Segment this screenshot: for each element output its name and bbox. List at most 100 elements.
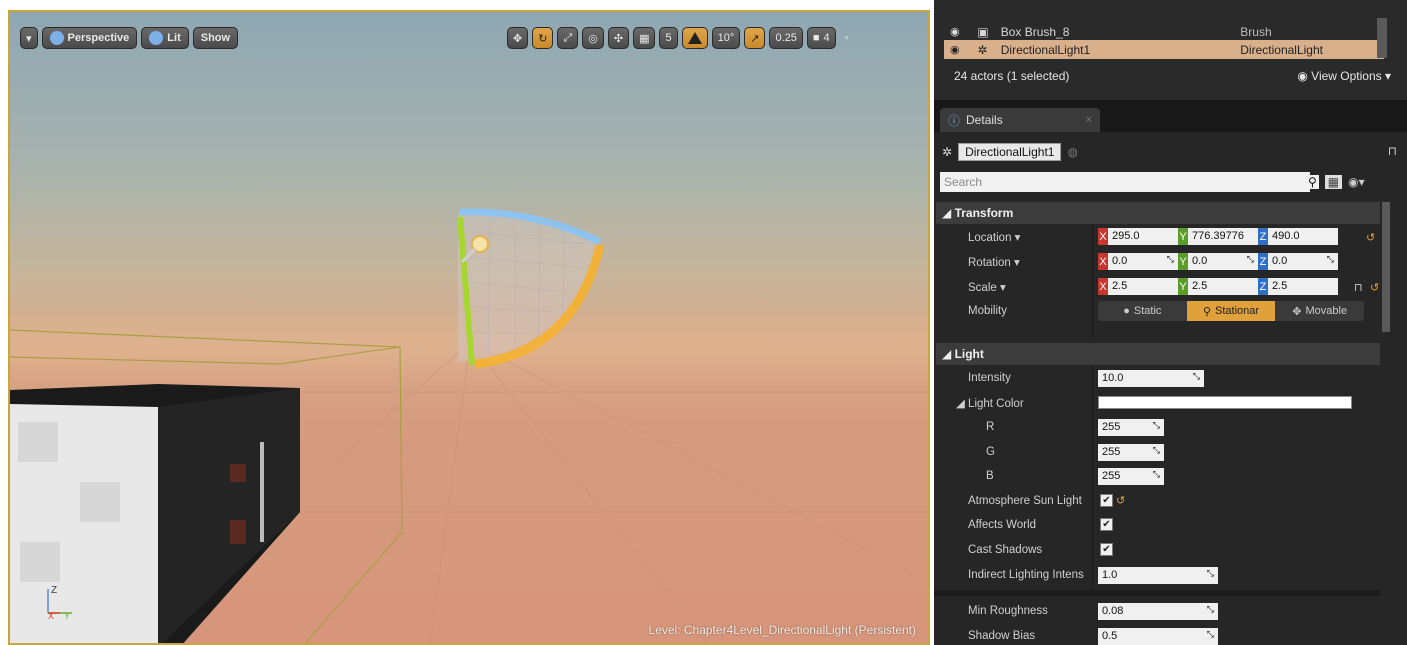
eye-icon[interactable]: ◉▾ [1348,175,1365,189]
cast-shadows-checkbox[interactable]: ✔ [1100,543,1113,556]
view-options-button[interactable]: ◉ View Options ▾ [1297,69,1391,83]
z-axis-label: Z [1258,253,1268,270]
camera-icon: ■ [812,32,820,44]
location-z-field[interactable]: 490.0 [1268,228,1338,245]
world-local-button[interactable]: ◎ [582,27,604,49]
actor-count: 24 actors (1 selected) [954,69,1070,83]
help-icon[interactable]: ◍ [1067,145,1077,159]
r-field[interactable]: 255 ⤡ [1098,419,1164,436]
scale-label[interactable]: Scale ▾ [968,280,1006,294]
camera-speed-value: 4 [823,32,830,44]
scale-vector: X 2.5 Y 2.5 Z 2.5 [1098,278,1338,295]
x-axis-label: X [1098,228,1108,245]
shadow-bias-field[interactable]: 0.5 ⤡ [1098,628,1218,645]
camera-speed-button[interactable]: ■ 4 [806,27,836,49]
level-label: Level: Chapter4Level_DirectionalLight (P… [648,623,916,637]
location-y-field[interactable]: 776.39776 [1188,228,1258,245]
outliner-scrollbar[interactable] [1377,18,1387,58]
maximize-viewport-button[interactable]: ▫ [840,27,854,49]
mobility-movable-label: Movable [1305,305,1348,317]
outliner-row-name: Box Brush_8 [1000,24,1070,39]
reset-icon[interactable]: ↺ [1366,231,1375,244]
affects-world-checkbox[interactable]: ✔ [1100,518,1113,531]
outliner-row-directional-light[interactable]: ◉ ✲ DirectionalLight1 DirectionalLight [944,40,1384,59]
lit-button[interactable]: Lit [141,27,189,49]
search-icon[interactable]: ⚲ [1306,175,1319,189]
eye-icon[interactable]: ◉ [950,43,963,56]
location-label[interactable]: Location ▾ [968,230,1020,244]
axis-gizmo: Z X Y [47,585,72,621]
scale-z-field[interactable]: 2.5 [1268,278,1338,295]
rotation-x-field[interactable]: 0.0 ⤡ [1108,253,1178,270]
atmosphere-sun-light-checkbox[interactable]: ✔ [1100,494,1113,507]
mobility-movable-option[interactable]: ✥ Movable [1275,301,1364,321]
scale-y-field[interactable]: 2.5 [1188,278,1258,295]
g-field[interactable]: 255 ⤡ [1098,444,1164,461]
details-tabbar: ⓘ Details × [934,100,1407,132]
rotation-y-field[interactable]: 0.0 ⤡ [1188,253,1258,270]
dot-icon: ● [1123,305,1130,317]
mobility-stationary-label: Stationar [1215,305,1260,317]
light-color-label[interactable]: ◢ Light Color [956,396,1024,410]
transform-category[interactable]: ◢ Transform [936,202,1380,224]
location-x-field[interactable]: 295.0 [1108,228,1178,245]
rotate-tool-button[interactable]: ↻ [532,27,554,49]
search-input[interactable]: Search [940,172,1310,192]
grid-snap-button[interactable]: ▦ [633,27,656,49]
cast-shadows-label: Cast Shadows [968,544,1043,556]
viewport-toolbar-left: ▾ Perspective Lit Show [20,26,239,50]
scale-snap-value[interactable]: 0.25 [769,27,803,49]
rotation-snap-value[interactable]: 10° [711,27,741,49]
column-divider [1092,224,1093,338]
perspective-button[interactable]: Perspective [41,27,138,49]
g-label: G [986,446,995,458]
move-icon: ✥ [1292,305,1302,318]
move-icon: ✥ [513,32,523,45]
details-scrollbar[interactable] [1382,202,1390,332]
scale-snap-button[interactable]: ↗ [744,27,766,49]
tab-details[interactable]: ⓘ Details × [940,108,1100,132]
rotation-snap-button[interactable] [681,27,708,49]
lock-icon[interactable]: ⊓ [1388,144,1397,158]
scale-arrow-icon: ↗ [750,32,760,45]
mobility-stationary-option[interactable]: ⚲ Stationar [1186,301,1276,321]
indirect-lighting-field[interactable]: 1.0 ⤡ [1098,567,1218,584]
affects-world-label: Affects World [968,519,1036,531]
translate-tool-button[interactable]: ✥ [507,27,529,49]
world-outliner: ◉ ▣ Box Brush_8 Brush ◉ ✲ DirectionalLig… [934,0,1407,100]
x-axis-label: X [48,611,54,621]
outliner-row-box-brush[interactable]: ◉ ▣ Box Brush_8 Brush [944,22,1384,41]
b-field[interactable]: 255 ⤡ [1098,468,1164,485]
light-category[interactable]: ◢ Light [936,343,1380,365]
atmosphere-sun-light-label: Atmosphere Sun Light [968,495,1082,507]
snap-icon: ✣ [613,32,624,45]
show-button[interactable]: Show [192,27,239,49]
lock-icon[interactable]: ⊓ [1354,281,1363,294]
rotate-icon: ↻ [538,32,548,45]
scale-tool-button[interactable]: ⤢ [557,27,579,49]
min-roughness-field[interactable]: 0.08 ⤡ [1098,603,1218,620]
y-axis-label: Y [64,611,70,621]
light-header: Light [954,347,984,361]
rotation-label[interactable]: Rotation ▾ [968,255,1020,269]
actor-name-field[interactable]: DirectionalLight1 [958,143,1062,161]
collapse-arrow-icon: ◢ [942,347,955,361]
column-divider [1092,365,1093,590]
reset-icon[interactable]: ↺ [1116,494,1125,507]
rotation-z-field[interactable]: 0.0 ⤡ [1268,253,1338,270]
grid-snap-value[interactable]: 5 [659,27,678,49]
surface-snap-button[interactable]: ✣ [607,27,630,49]
search-tools: ⚲ ▦ ◉▾ [1306,172,1365,192]
scale-x-field[interactable]: 2.5 [1108,278,1178,295]
close-icon[interactable]: × [1086,114,1092,126]
viewport-menu-button[interactable]: ▾ [20,27,38,49]
grid-view-icon[interactable]: ▦ [1324,175,1343,189]
mobility-static-option[interactable]: ● Static [1098,301,1187,321]
level-viewport[interactable]: ▾ Perspective Lit Show ✥ ↻ ⤢ ◎ ✣ ▦ 5 10°… [8,10,930,645]
light-color-swatch[interactable] [1098,396,1352,409]
eye-icon[interactable]: ◉ [950,25,963,38]
stationary-icon: ⚲ [1202,305,1212,318]
reset-icon[interactable]: ↺ [1370,281,1379,294]
intensity-field[interactable]: 10.0 ⤡ [1098,370,1204,387]
show-label: Show [200,32,231,44]
